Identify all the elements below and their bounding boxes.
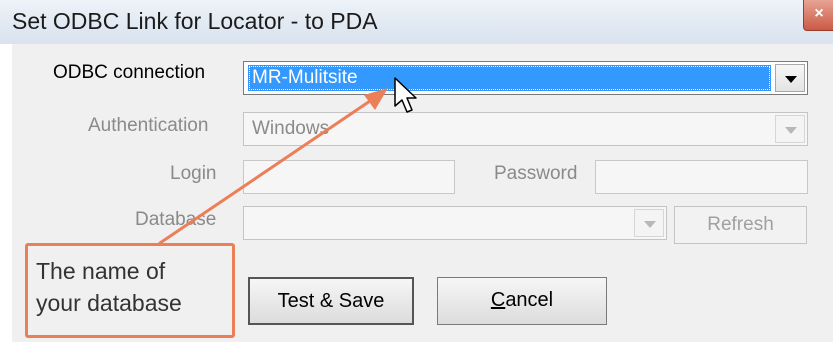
annotation-arrow — [158, 99, 372, 245]
mouse-pointer-icon — [394, 77, 417, 113]
arrow-head-icon — [364, 88, 388, 110]
annotation-overlay — [158, 77, 417, 245]
